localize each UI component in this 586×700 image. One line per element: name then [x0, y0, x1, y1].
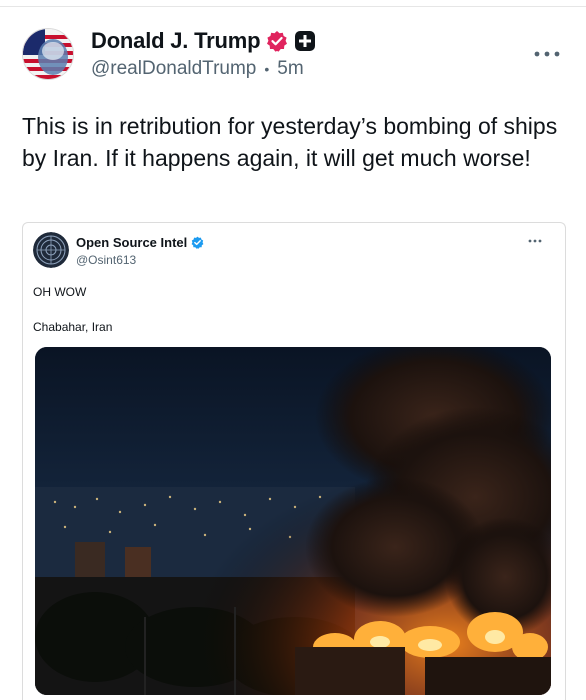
- embed-author-name[interactable]: Open Source Intel: [76, 235, 187, 250]
- post-timestamp[interactable]: 5m: [277, 58, 303, 80]
- author-name-row: Donald J. Trump: [91, 28, 316, 54]
- author-name[interactable]: Donald J. Trump: [91, 28, 261, 54]
- affiliation-badge-icon: [294, 30, 316, 52]
- embedded-post[interactable]: Open Source Intel @Osint613 OH WOW Chaba…: [22, 222, 566, 700]
- divider: [0, 6, 586, 7]
- more-options-icon[interactable]: [532, 45, 562, 63]
- embed-text-line-1: OH WOW: [33, 285, 87, 299]
- post-card: Donald J. Trump @realDonaldTrump • 5m Th…: [0, 0, 586, 700]
- embed-author-avatar[interactable]: [33, 232, 69, 268]
- embed-verified-icon: [191, 236, 204, 249]
- verified-badge-icon: [266, 30, 288, 52]
- post-text: This is in retribution for yesterday’s b…: [22, 113, 558, 171]
- meta-separator: •: [264, 61, 270, 77]
- embed-more-options-icon[interactable]: [527, 233, 543, 243]
- author-avatar[interactable]: [22, 28, 74, 80]
- author-meta-row: @realDonaldTrump • 5m: [91, 58, 304, 80]
- embed-name-row: Open Source Intel: [76, 235, 204, 250]
- author-handle[interactable]: @realDonaldTrump: [91, 58, 256, 80]
- embed-photo-fire-at-night[interactable]: [35, 347, 551, 695]
- embed-author-handle[interactable]: @Osint613: [76, 253, 136, 267]
- embed-text-line-2: Chabahar, Iran: [33, 320, 113, 334]
